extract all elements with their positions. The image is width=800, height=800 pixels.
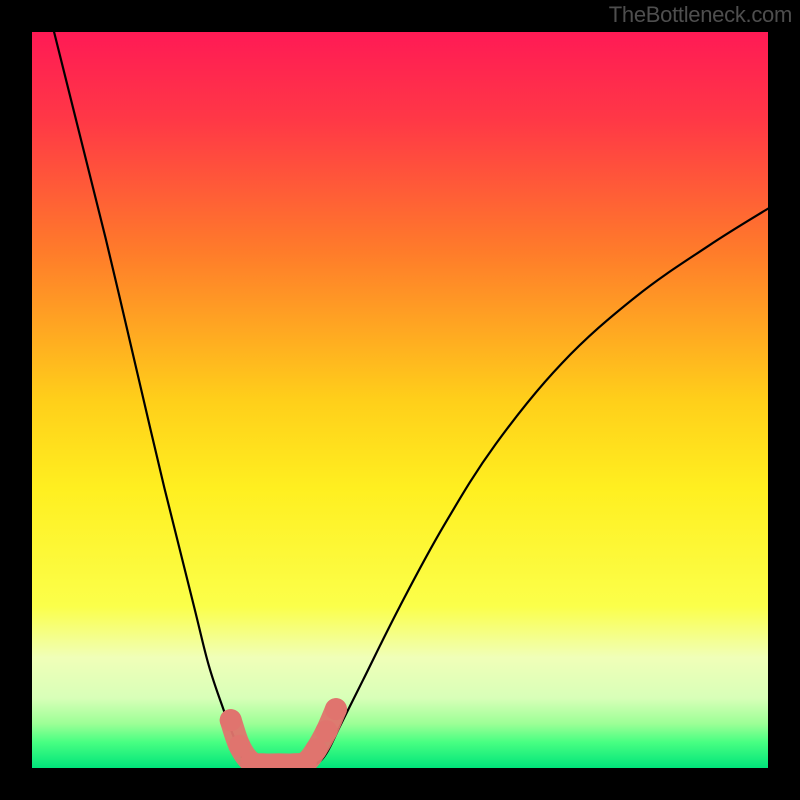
valley-point: [220, 709, 242, 731]
bottleneck-chart: [32, 32, 768, 768]
valley-point: [305, 739, 327, 761]
gradient-background: [32, 32, 768, 768]
watermark-text: TheBottleneck.com: [609, 2, 792, 28]
chart-frame: TheBottleneck.com: [0, 0, 800, 800]
plot-area: [32, 32, 768, 768]
valley-point: [325, 698, 347, 720]
valley-point: [315, 720, 337, 742]
